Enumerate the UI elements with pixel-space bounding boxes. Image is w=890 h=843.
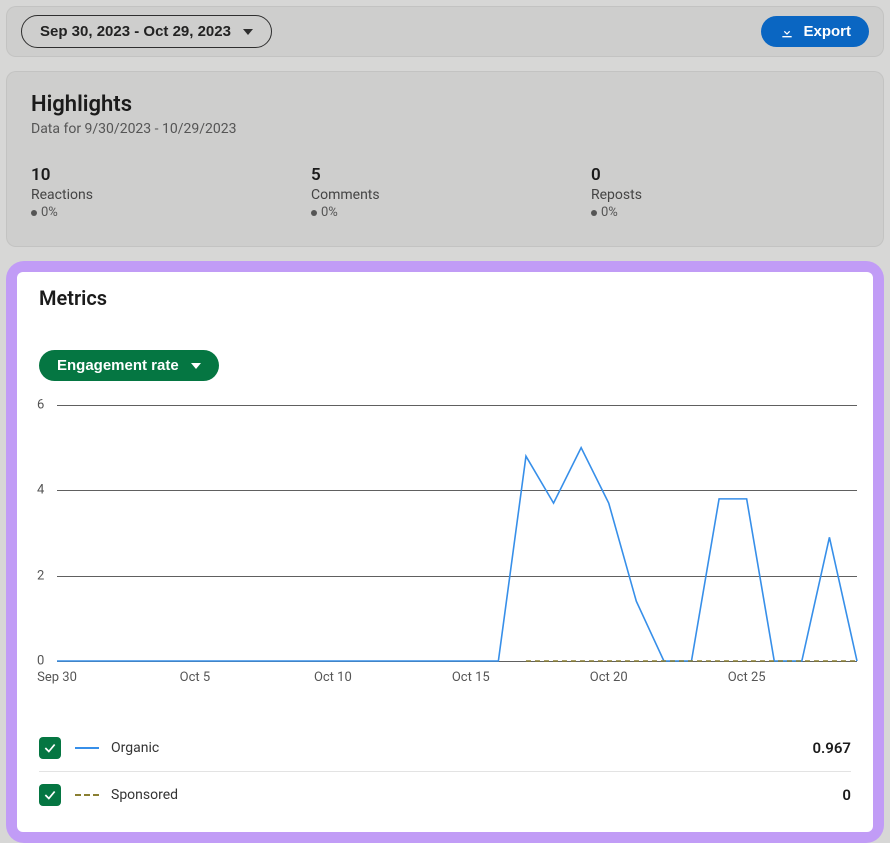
legend-value: 0 (842, 786, 851, 804)
highlights-stats-row: 10 Reactions 0% 5 Comments 0% 0 Reposts … (31, 165, 859, 220)
metrics-chart: 0246Sep 30Oct 5Oct 10Oct 15Oct 20Oct 25 (23, 405, 857, 685)
stat-delta: 0% (591, 205, 871, 220)
legend-name: Organic (111, 740, 159, 756)
stat-reactions: 10 Reactions 0% (31, 165, 311, 220)
toolbar: Sep 30, 2023 - Oct 29, 2023 Export (6, 6, 884, 57)
metrics-title: Metrics (19, 286, 871, 310)
chart-x-tick: Oct 15 (452, 670, 490, 685)
stat-comments: 5 Comments 0% (311, 165, 591, 220)
export-button[interactable]: Export (761, 16, 869, 47)
download-icon (779, 24, 795, 40)
legend-swatch-sponsored (75, 794, 99, 796)
chart-series-organic (57, 448, 857, 661)
stat-delta: 0% (311, 205, 591, 220)
chart-series-svg (57, 405, 857, 661)
highlights-subtitle: Data for 9/30/2023 - 10/29/2023 (31, 121, 859, 137)
date-range-button[interactable]: Sep 30, 2023 - Oct 29, 2023 (21, 15, 272, 48)
stat-label: Reactions (31, 187, 311, 203)
chart-x-tick: Oct 20 (590, 670, 628, 685)
highlights-title: Highlights (31, 92, 859, 117)
chart-y-tick: 6 (37, 398, 44, 413)
chart-x-tick: Oct 5 (180, 670, 211, 685)
stat-value: 10 (31, 165, 311, 185)
check-icon (43, 741, 57, 755)
chevron-down-icon (243, 29, 253, 35)
chart-y-tick: 0 (37, 654, 44, 669)
legend-row-organic: Organic 0.967 (39, 725, 851, 771)
legend-value: 0.967 (812, 739, 851, 757)
metrics-legend: Organic 0.967 Sponsored 0 (39, 725, 851, 818)
export-label: Export (803, 23, 851, 40)
legend-checkbox-organic[interactable] (39, 737, 61, 759)
stat-reposts: 0 Reposts 0% (591, 165, 871, 220)
metrics-highlight-frame: Metrics Engagement rate 0 2 4 6 Sep 30 Oct 5 O… (6, 261, 884, 843)
stat-label: Comments (311, 187, 591, 203)
chart-x-tick: Oct 25 (728, 670, 766, 685)
chart-y-tick: 4 (37, 483, 44, 498)
metrics-card: Metrics Engagement rate 0 2 4 6 Sep 30 Oct 5 O… (17, 272, 873, 832)
legend-swatch-organic (75, 747, 99, 749)
legend-checkbox-sponsored[interactable] (39, 784, 61, 806)
metric-selector-button[interactable]: Engagement rate (39, 350, 219, 381)
chart-y-tick: 2 (37, 568, 44, 583)
stat-value: 5 (311, 165, 591, 185)
check-icon (43, 788, 57, 802)
stat-label: Reposts (591, 187, 871, 203)
chart-x-tick: Sep 30 (37, 670, 77, 685)
metric-selector-label: Engagement rate (57, 357, 179, 374)
stat-delta: 0% (31, 205, 311, 220)
stat-value: 0 (591, 165, 871, 185)
chart-x-tick: Oct 10 (314, 670, 352, 685)
legend-row-sponsored: Sponsored 0 (39, 771, 851, 818)
chevron-down-icon (191, 363, 201, 369)
legend-name: Sponsored (111, 787, 178, 803)
highlights-card: Highlights Data for 9/30/2023 - 10/29/20… (6, 71, 884, 247)
date-range-label: Sep 30, 2023 - Oct 29, 2023 (40, 23, 231, 40)
